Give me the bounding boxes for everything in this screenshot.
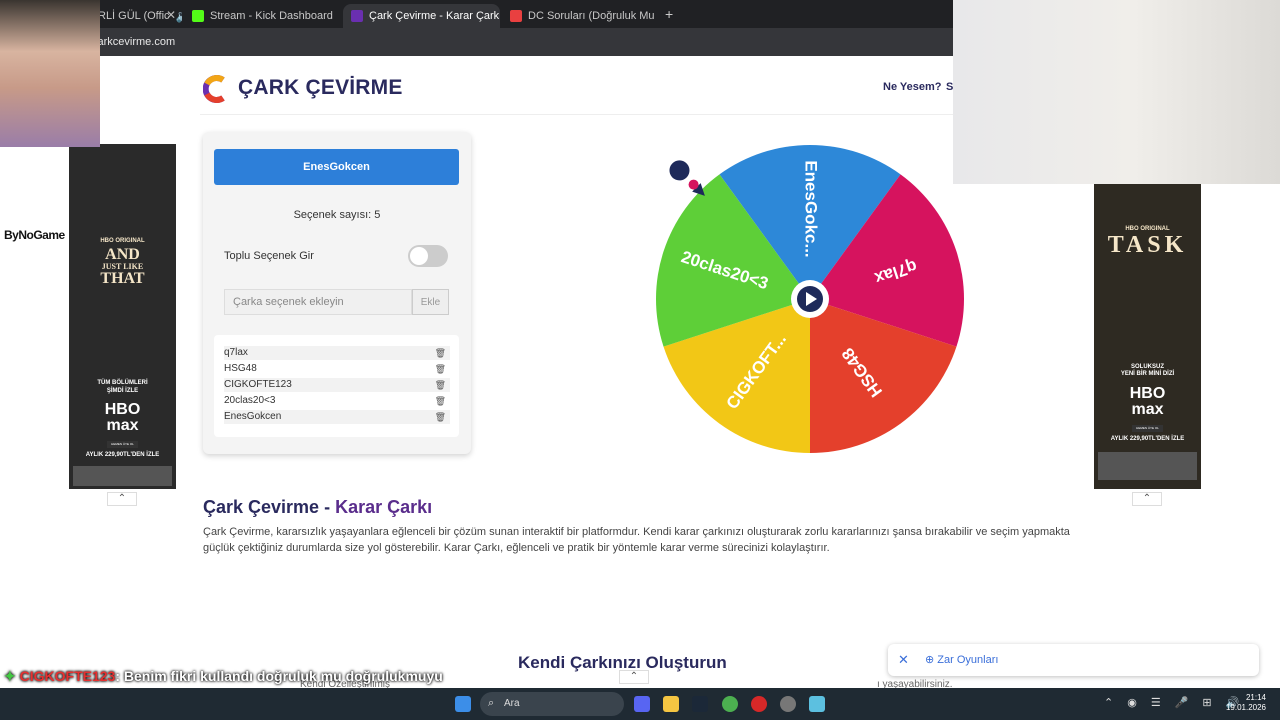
- trash-icon[interactable]: 🗑: [435, 346, 446, 360]
- url-field[interactable]: carkcevirme.com: [92, 32, 175, 52]
- ad-banner-right[interactable]: HBO ORIGINAL TASK SOLUKSUZ YENİ BİR MİNİ…: [1094, 184, 1201, 489]
- intro-paragraph: Çark Çevirme, kararsızlık yaşayanlara eğ…: [203, 526, 1070, 554]
- ad-title: TASK: [1107, 232, 1188, 258]
- ad-cta-button[interactable]: HEMEN ÜYE OL: [1132, 425, 1163, 432]
- tab-kick[interactable]: Stream - Kick Dashboard ✕: [184, 4, 340, 28]
- ad-tagline: ŞİMDİ İZLE: [106, 388, 139, 394]
- option-label: HSG48: [224, 363, 257, 374]
- tab-dc[interactable]: DC Soruları (Doğruluk Mu Cesa ✕: [502, 4, 658, 28]
- ad-tagline: TÜM BÖLÜMLERİ: [97, 380, 148, 386]
- ad-title: THAT: [100, 270, 145, 287]
- nav-ne-yesem[interactable]: Ne Yesem?: [883, 81, 942, 93]
- list-item: HSG48 🗑: [224, 362, 450, 376]
- decision-wheel[interactable]: EnesGokc...q7laxHSG48CIGKOFT...20clas20<…: [655, 144, 965, 454]
- brand-title[interactable]: ÇARK ÇEVİRME: [238, 76, 403, 100]
- windows-start-icon[interactable]: [455, 696, 471, 712]
- bulk-input-label: Toplu Seçenek Gir: [224, 250, 314, 262]
- trash-icon[interactable]: 🗑: [435, 410, 446, 424]
- dice-games-toast[interactable]: ✕ ⊕ Zar Oyunları: [888, 644, 1259, 676]
- heading-accent: Karar Çarkı: [335, 497, 433, 517]
- ad-price: AYLIK 229,90TL'DEN İZLE: [85, 452, 160, 458]
- tab-label: Çark Çevirme - Karar Çarkı: [369, 10, 500, 22]
- webcam-overlay-left: [0, 0, 100, 147]
- hbo-logo: HBO: [104, 401, 141, 418]
- ad-collapse-left[interactable]: ⌃: [107, 492, 137, 506]
- notepad-icon[interactable]: [809, 696, 825, 712]
- discord-icon[interactable]: [634, 696, 650, 712]
- chat-badge-icon: ✦: [4, 668, 20, 684]
- tab-cark[interactable]: Çark Çevirme - Karar Çarkı ✕: [343, 4, 500, 28]
- folder-icon[interactable]: [663, 696, 679, 712]
- add-option-button[interactable]: Ekle: [412, 289, 449, 315]
- ad-brand: HBO ORIGINAL: [100, 238, 145, 244]
- sponsor-logo: ByNoGame: [4, 228, 65, 242]
- option-label: 20clas20<3: [224, 395, 276, 406]
- kick-icon: [192, 10, 204, 22]
- chat-overlay: ✦ CIGKOFTE123: Benim fikri kullandı doğr…: [4, 668, 443, 685]
- section-heading: Çark Çevirme - Karar Çarkı: [203, 497, 432, 518]
- tab-label: RLİ GÜL (Offic: [98, 10, 170, 22]
- ad-cta-button[interactable]: HEMEN ÜYE OL: [107, 441, 138, 448]
- close-icon[interactable]: ✕: [898, 652, 909, 668]
- toggle-knob: [410, 247, 428, 265]
- steam-icon[interactable]: [692, 696, 708, 712]
- heading-text: Çark Çevirme -: [203, 497, 336, 517]
- wheel-title-button[interactable]: EnesGokcen: [214, 149, 459, 185]
- hbo-logo: HBO: [1129, 385, 1166, 402]
- wheel-slice-label: EnesGokc...: [802, 160, 821, 257]
- list-item: 20clas20<3 🗑: [224, 394, 450, 408]
- scroll-up-button[interactable]: ⌃: [619, 670, 649, 684]
- ad-price: AYLIK 229,90TL'DEN İZLE: [1110, 436, 1185, 442]
- obs-icon[interactable]: [780, 696, 796, 712]
- section-subtext-end: ı yaşayabilirsiniz.: [877, 679, 953, 688]
- trash-icon[interactable]: 🗑: [435, 362, 446, 376]
- list-item: EnesGokcen 🗑: [224, 410, 450, 424]
- speaker-icon: 🔈: [176, 9, 182, 23]
- option-label: q7lax: [224, 347, 248, 358]
- tab-label: DC Soruları (Doğruluk Mu Cesa: [528, 10, 658, 22]
- close-icon[interactable]: ✕: [339, 9, 340, 23]
- cark-icon: [351, 10, 363, 22]
- close-icon[interactable]: ✕: [166, 8, 176, 22]
- search-icon: ⌕: [488, 697, 495, 709]
- doc-icon: [510, 10, 522, 22]
- ad-tagline: YENİ BİR MİNİ DİZİ: [1120, 371, 1175, 377]
- option-list: q7lax 🗑 HSG48 🗑 CIGKOFTE123 🗑 20clas20<3 🗑 E…: [214, 335, 459, 437]
- tab-label: Stream - Kick Dashboard: [210, 10, 333, 22]
- trash-icon[interactable]: 🗑: [435, 394, 446, 408]
- clock-date: 19.01.2026: [1225, 703, 1266, 712]
- trash-icon[interactable]: 🗑: [435, 378, 446, 392]
- option-label: EnesGokcen: [224, 411, 282, 422]
- ad-tagline: SOLUKSUZ: [1131, 364, 1164, 370]
- chrome-icon[interactable]: [722, 696, 738, 712]
- ad-fineprint: [1098, 452, 1197, 480]
- options-panel: EnesGokcen Seçenek sayısı: 5 Toplu Seçen…: [203, 132, 471, 454]
- taskbar-search[interactable]: Ara: [480, 692, 624, 716]
- option-label: CIGKOFTE123: [224, 379, 292, 390]
- dice-games-link[interactable]: ⊕ Zar Oyunları: [925, 653, 998, 666]
- chat-message: : Benim fikri kullandı doğruluk mu doğru…: [115, 668, 443, 684]
- clock[interactable]: 21:14 19.01.2026: [1226, 693, 1266, 713]
- add-option-input[interactable]: Çarka seçenek ekleyin: [224, 289, 412, 315]
- header-divider: [200, 114, 1080, 115]
- option-count: Seçenek sayısı: 5: [293, 209, 381, 221]
- ad-fineprint: [73, 466, 172, 486]
- webcam-overlay-right: [953, 0, 1280, 184]
- max-logo: max: [106, 417, 139, 434]
- ad-banner-left[interactable]: HBO ORIGINAL AND JUST LIKE THAT TÜM BÖLÜ…: [69, 144, 176, 489]
- logo-icon: [203, 75, 225, 103]
- ad-collapse-right[interactable]: ⌃: [1132, 492, 1162, 506]
- bulk-input-toggle[interactable]: [408, 245, 448, 267]
- list-item: q7lax 🗑: [224, 346, 450, 360]
- max-logo: max: [1131, 401, 1164, 418]
- opera-icon[interactable]: [751, 696, 767, 712]
- chat-username: CIGKOFTE123: [19, 668, 116, 684]
- taskbar: Ara ⌕ ⌃◉☰🎤⊞🔊 21:14 19.01.2026: [0, 688, 1280, 720]
- toast-label: Zar Oyunları: [937, 654, 999, 666]
- clock-time: 21:14: [1245, 693, 1266, 702]
- list-item: CIGKOFTE123 🗑: [224, 378, 450, 392]
- new-tab-button[interactable]: +: [665, 6, 673, 22]
